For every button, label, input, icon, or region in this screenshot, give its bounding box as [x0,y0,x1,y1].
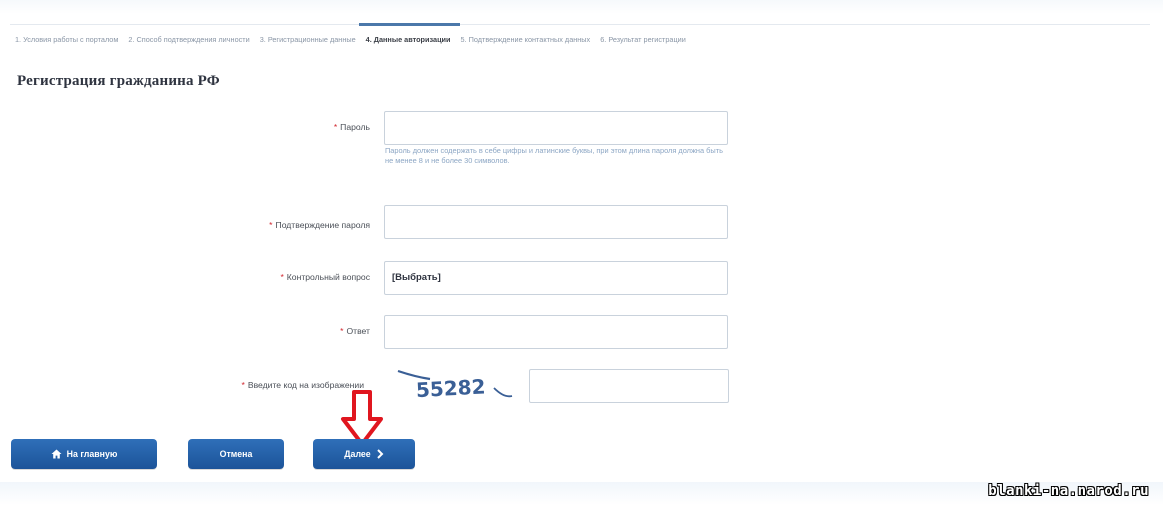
password-label-text: Пароль [340,122,370,132]
security-question-label-text: Контрольный вопрос [286,272,370,282]
password-hint: Пароль должен содержать в себе цифры и л… [385,146,723,165]
cancel-button[interactable]: Отмена [188,439,284,469]
home-icon [51,449,62,459]
step-6[interactable]: 6. Результат регистрации [595,25,691,55]
required-marker: * [241,380,245,390]
captcha-image: 55282 [397,369,513,402]
step-4-active[interactable]: 4. Данные авторизации [358,23,460,55]
top-band [0,0,1163,14]
watermark: blanki-na.narod.ru [988,483,1149,499]
next-button-label: Далее [344,449,371,459]
answer-label-text: Ответ [346,326,370,336]
step-5[interactable]: 5. Подтверждение контактных данных [456,25,596,55]
security-question-label: * Контрольный вопрос [280,272,370,282]
home-button[interactable]: На главную [11,439,157,469]
step-3[interactable]: 3. Регистрационные данные [255,25,361,55]
page-title: Регистрация гражданина РФ [17,73,220,89]
security-question-select[interactable]: [Выбрать] [384,261,728,295]
password-confirm-input[interactable] [384,205,728,239]
next-button[interactable]: Далее [313,439,415,469]
step-2[interactable]: 2. Способ подтверждения личности [123,25,254,55]
required-marker: * [280,272,284,282]
required-marker: * [269,220,273,230]
captcha-input[interactable] [529,369,729,403]
answer-input[interactable] [384,315,728,349]
chevron-right-icon [376,449,384,459]
captcha-code: 55282 [415,374,486,402]
step-1[interactable]: 1. Условия работы с порталом [10,25,123,55]
password-confirm-label: * Подтверждение пароля [269,220,370,230]
password-label: * Пароль [334,122,370,132]
cancel-button-label: Отмена [219,449,253,459]
home-button-label: На главную [66,449,118,459]
registration-page: 1. Условия работы с порталом 2. Способ п… [0,0,1163,505]
required-marker: * [340,326,344,336]
answer-label: * Ответ [340,326,370,336]
password-input[interactable] [384,111,728,145]
password-confirm-label-text: Подтверждение пароля [275,220,370,230]
required-marker: * [333,122,338,132]
steps-bar: 1. Условия работы с порталом 2. Способ п… [10,23,1150,55]
